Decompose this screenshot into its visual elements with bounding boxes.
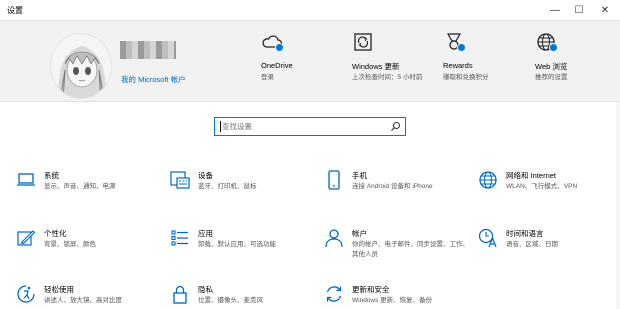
scrollbar[interactable]: [616, 102, 620, 309]
tile-title: 更新和安全: [352, 285, 390, 294]
status-dot: [549, 43, 558, 52]
tile-title: 隐私: [198, 285, 213, 294]
tile-accounts[interactable]: 帐户 你的帐户、电子邮件、同步设置、工作、其他人员: [324, 228, 474, 268]
tile-title: 应用: [198, 229, 213, 238]
tile-title: 手机: [352, 171, 367, 180]
update-icon: [326, 286, 342, 302]
tile-system[interactable]: 系统 显示、声音、通知、电源: [16, 170, 166, 210]
tile-desc: 你的帐户、电子邮件、同步设置、工作、其他人员: [352, 241, 469, 258]
rewards-sub: 赚取和兑换积分: [443, 74, 489, 81]
person-icon: [325, 229, 343, 248]
maximize-icon: ☐: [574, 4, 584, 16]
tile-time-language[interactable]: 时间和语言 语音、区域、日期: [478, 228, 620, 268]
tile-desc: 蓝牙、打印机、鼠标: [198, 183, 257, 190]
window-title: 设置: [7, 6, 23, 15]
text-caret: [220, 121, 221, 132]
keyboard-icon: [170, 171, 190, 189]
onedrive-sub: 登录: [261, 74, 274, 81]
tile-update-security[interactable]: 更新和安全 Windows 更新、恢复、备份: [324, 284, 474, 309]
tile-phone[interactable]: 手机 连接 Android 设备和 iPhone: [324, 170, 474, 210]
tile-devices[interactable]: 设备 蓝牙、打印机、鼠标: [170, 170, 320, 210]
globe-icon: [479, 171, 497, 189]
lock-icon: [173, 285, 187, 304]
tile-desc: 语音、区域、日期: [506, 241, 558, 248]
tile-title: 网络和 Internet: [506, 171, 557, 180]
microsoft-account-link[interactable]: 我的 Microsoft 帐户: [121, 74, 186, 85]
onedrive-title: OneDrive: [261, 61, 293, 70]
language-icon: [478, 228, 497, 248]
search-icon[interactable]: [390, 121, 401, 132]
search-box[interactable]: [214, 117, 406, 136]
tile-apps[interactable]: 应用 卸载、默认应用、可选功能: [170, 228, 320, 268]
minimize-button[interactable]: —: [542, 0, 568, 20]
tile-desc: 显示、声音、通知、电源: [44, 183, 116, 190]
sync-icon: [354, 33, 372, 51]
paint-icon: [17, 230, 36, 246]
tile-title: 个性化: [44, 229, 67, 238]
rewards-title: Rewards: [443, 61, 473, 70]
tile-desc: Windows 更新、恢复、备份: [352, 297, 433, 304]
tile-desc: 背景、锁屏、颜色: [44, 241, 96, 248]
phone-icon: [328, 170, 340, 190]
laptop-icon: [17, 173, 35, 186]
username-redacted: [120, 41, 176, 59]
close-button[interactable]: ✕: [592, 0, 618, 20]
tile-desc: WLAN、飞行模式、VPN: [506, 183, 578, 190]
tile-title: 时间和语言: [506, 229, 544, 238]
tile-title: 帐户: [352, 229, 367, 238]
avatar[interactable]: [50, 33, 112, 99]
windows-update-sub: 上次检查时间：5 小时前: [352, 74, 423, 81]
tile-ease-of-access[interactable]: 轻松使用 讲述人、放大镜、高对比度: [16, 284, 166, 309]
close-icon: ✕: [600, 4, 610, 16]
title-bar: 设置 — ☐ ✕: [0, 0, 620, 20]
tile-title: 设备: [198, 171, 213, 180]
status-dot: [457, 43, 466, 52]
web-browsing-sub: 推荐的设置: [535, 74, 568, 81]
apps-list-icon: [171, 230, 188, 246]
search-input[interactable]: [222, 120, 382, 133]
accessibility-icon: [17, 285, 35, 303]
tile-desc: 卸载、默认应用、可选功能: [198, 241, 276, 248]
web-browsing-title: Web 浏览: [535, 62, 568, 71]
status-dot: [275, 43, 284, 52]
tile-network[interactable]: 网络和 Internet WLAN、飞行模式、VPN: [478, 170, 620, 210]
maximize-button[interactable]: ☐: [566, 0, 592, 20]
minimize-icon: —: [550, 4, 560, 16]
tile-privacy[interactable]: 隐私 位置、摄像头、麦克风: [170, 284, 320, 309]
tile-title: 轻松使用: [44, 285, 74, 294]
tile-desc: 连接 Android 设备和 iPhone: [352, 183, 433, 190]
account-header: 我的 Microsoft 帐户 OneDrive 登录 Windows 更新 上…: [0, 20, 620, 102]
tile-title: 系统: [44, 171, 59, 180]
tile-desc: 位置、摄像头、麦克风: [198, 297, 263, 304]
windows-update-title: Windows 更新: [352, 62, 400, 71]
tile-personalization[interactable]: 个性化 背景、锁屏、颜色: [16, 228, 166, 268]
tile-desc: 讲述人、放大镜、高对比度: [44, 297, 122, 304]
